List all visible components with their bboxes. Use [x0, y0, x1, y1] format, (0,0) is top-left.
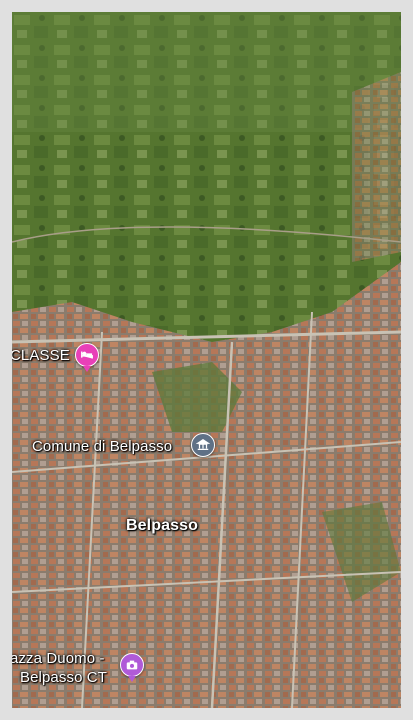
map-frame[interactable]: CLASSE Comune di Belpasso Belpasso azza … — [12, 12, 401, 708]
bed-icon[interactable] — [75, 343, 99, 372]
camera-icon[interactable] — [120, 653, 144, 682]
government-building-icon[interactable] — [191, 433, 215, 457]
place-label-classe[interactable]: CLASSE — [12, 347, 70, 364]
town-label-belpasso[interactable]: Belpasso — [126, 517, 198, 535]
place-label-piazza-duomo-line1[interactable]: azza Duomo - — [12, 650, 105, 667]
satellite-map[interactable] — [12, 12, 401, 708]
place-label-piazza-duomo-line2[interactable]: Belpasso CT — [20, 669, 107, 686]
place-label-comune[interactable]: Comune di Belpasso — [32, 438, 172, 455]
